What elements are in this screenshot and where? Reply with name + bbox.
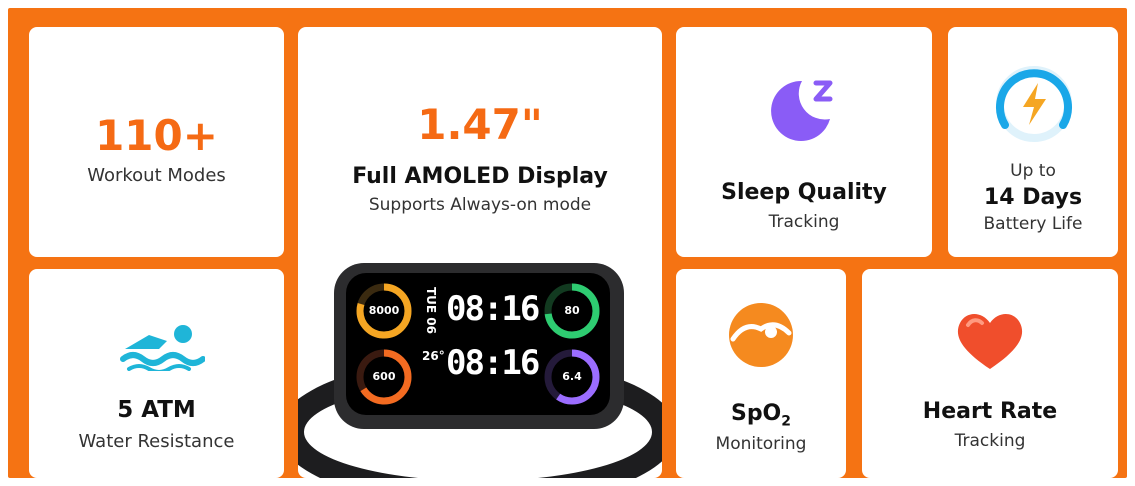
ring-calories-value: 600 (372, 370, 396, 383)
feature-banner: 110+ Workout Modes 5 ATM Water Resistanc… (8, 8, 1127, 478)
heart-rate-subtitle: Tracking (954, 431, 1026, 451)
watch-screen: 8000 80 600 6.4 TUE 06 08:16 26° 08:16 (346, 273, 610, 415)
water-resistance-subtitle: Water Resistance (78, 431, 235, 452)
sleep-quality-title: Sleep Quality (721, 180, 887, 205)
watch-time: 08:16 (446, 343, 540, 383)
spo2-title: SpO2 (676, 401, 846, 429)
watch-day: TUE 06 (424, 287, 438, 335)
water-resistance-card: 5 ATM Water Resistance (29, 269, 284, 478)
spo2-icon (729, 303, 793, 367)
workout-modes-card: 110+ Workout Modes (29, 27, 284, 257)
watch-hour: 08:16 (446, 289, 540, 329)
moon-sleep-icon (771, 80, 833, 141)
display-size-value: 1.47" (417, 100, 543, 149)
water-resistance-title: 5 ATM (117, 397, 196, 423)
display-card: 1.47" Full AMOLED Display Supports Alway… (298, 27, 662, 478)
battery-days-title: 14 Days (983, 185, 1083, 210)
heart-icon (957, 314, 1023, 369)
watch-temp: 26° (422, 349, 445, 363)
watch-illustration: 8000 80 600 6.4 TUE 06 08:16 26° 08:16 (298, 247, 662, 478)
display-subtitle: Supports Always-on mode (368, 195, 592, 215)
workout-modes-label: Workout Modes (87, 165, 226, 186)
swimmer-icon (120, 325, 205, 371)
sleep-quality-subtitle: Tracking (768, 212, 840, 232)
heart-rate-title: Heart Rate (922, 399, 1058, 424)
sleep-quality-card: Sleep Quality Tracking (676, 27, 932, 257)
workout-modes-value: 110+ (95, 111, 218, 160)
ring-steps-value: 8000 (368, 304, 400, 317)
ring-heart-value: 80 (564, 304, 580, 317)
battery-life-card: Up to 14 Days Battery Life (948, 27, 1118, 257)
battery-pre-text: Up to (1010, 161, 1056, 181)
battery-charge-icon (996, 66, 1072, 142)
ring-distance-value: 6.4 (562, 370, 582, 383)
spo2-subtitle: Monitoring (715, 434, 807, 454)
heart-rate-card: Heart Rate Tracking (862, 269, 1118, 478)
spo2-title-main: SpO (730, 401, 782, 426)
battery-life-subtitle: Battery Life (983, 214, 1083, 234)
display-title: Full AMOLED Display (352, 164, 608, 189)
spo2-card: SpO2 Monitoring (676, 269, 846, 478)
spo2-title-sub: 2 (781, 413, 792, 430)
